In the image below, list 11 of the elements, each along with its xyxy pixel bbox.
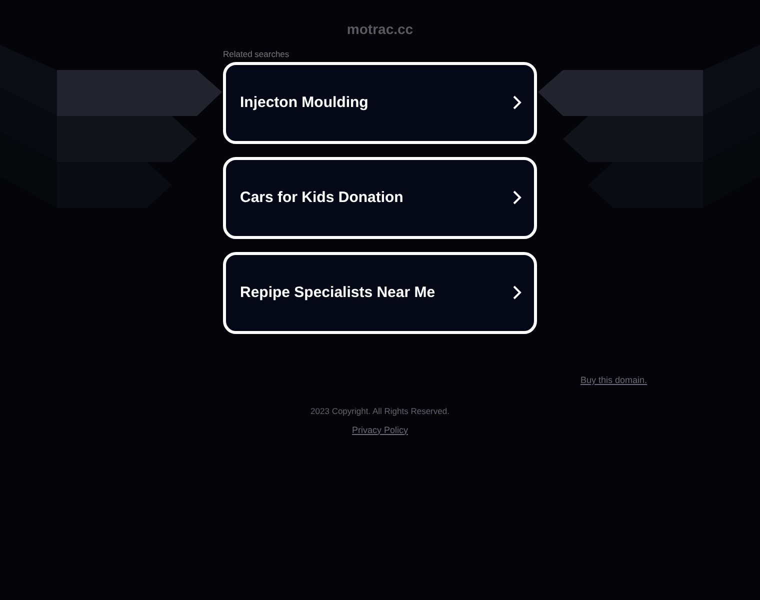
chevron-right-icon xyxy=(512,95,522,110)
search-link[interactable]: Cars for Kids Donation xyxy=(223,156,537,239)
copyright-text: 2023 Copyright. All Rights Reserved. xyxy=(310,404,450,418)
chevron-right-icon xyxy=(512,285,522,300)
section-label: Related searches xyxy=(223,48,290,61)
privacy-policy-link[interactable]: Privacy Policy xyxy=(352,424,408,437)
chevron-right-icon xyxy=(512,190,522,206)
buy-domain-link[interactable]: Buy this domain. xyxy=(580,374,647,385)
site-title: motrac.cc xyxy=(346,21,414,37)
search-link[interactable]: Repipe Specialists Near Me xyxy=(223,252,537,334)
search-link[interactable]: Injecton Moulding xyxy=(223,62,537,144)
